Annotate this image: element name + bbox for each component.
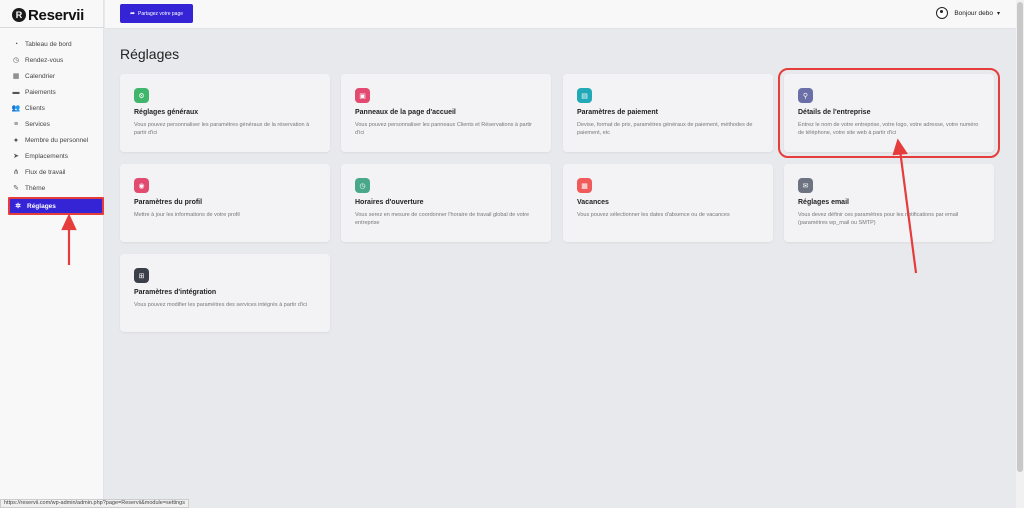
arrow-to-settings	[61, 213, 77, 265]
arrow-to-company-details	[892, 138, 918, 274]
annotation-arrows	[61, 138, 918, 274]
